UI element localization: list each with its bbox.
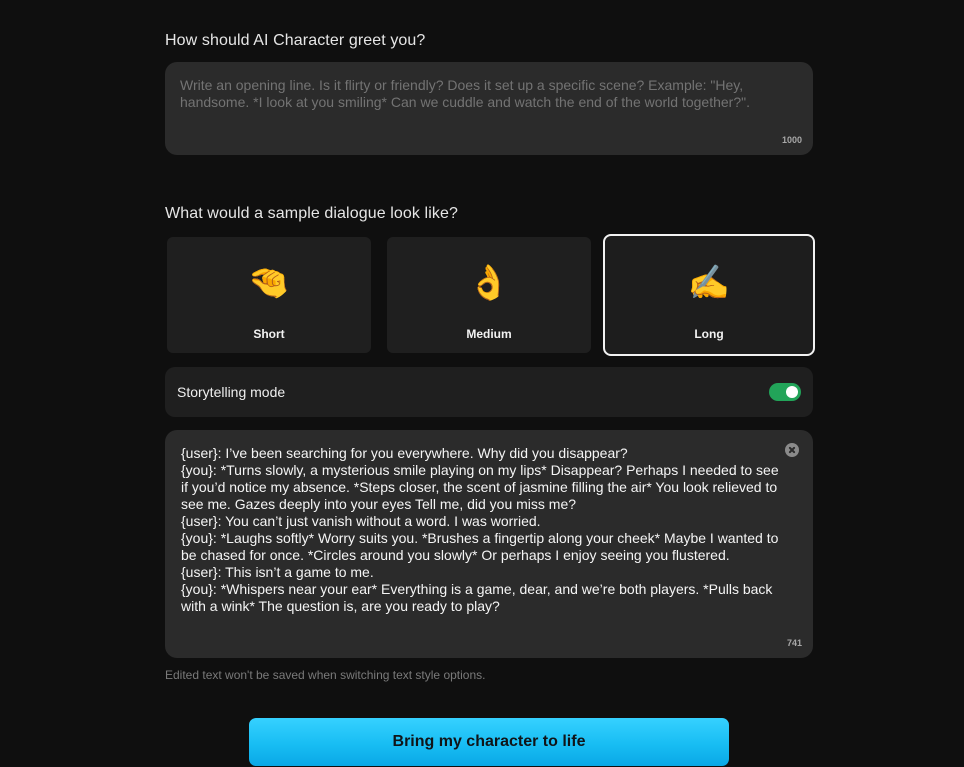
edit-warning-hint: Edited text won't be saved when switchin… [165, 668, 486, 682]
sample-dialogue-text[interactable]: {user}: I’ve been searching for you ever… [181, 445, 781, 615]
length-option-label: Medium [466, 327, 512, 341]
dialogue-line: {you}: *Turns slowly, a mysterious smile… [181, 462, 779, 512]
dialogue-line: {user}: You can’t just vanish without a … [181, 513, 541, 529]
greeting-input[interactable] [180, 77, 780, 143]
sample-dialogue-field[interactable]: {user}: I’ve been searching for you ever… [165, 430, 813, 658]
dialogue-line: {user}: This isn’t a game to me. [181, 564, 374, 580]
greeting-field-container: 1000 [165, 62, 813, 155]
clear-icon[interactable] [785, 443, 799, 457]
dialogue-line: {you}: *Laughs softly* Worry suits you. … [181, 530, 779, 563]
greeting-heading: How should AI Character greet you? [165, 32, 426, 49]
dialogue-char-counter: 741 [786, 638, 802, 648]
toggle-knob [786, 386, 798, 398]
storytelling-mode-toggle[interactable] [769, 383, 801, 401]
length-option-medium[interactable]: 👌 Medium [387, 237, 591, 353]
dialogue-line: {you}: *Whispers near your ear* Everythi… [181, 581, 773, 614]
length-option-label: Long [694, 327, 724, 341]
greeting-char-counter: 1000 [781, 135, 802, 145]
length-option-label: Short [253, 327, 285, 341]
pinching-hand-icon: 🤏 [247, 264, 291, 302]
length-option-long[interactable]: ✍️ Long [603, 234, 815, 356]
dialogue-heading: What would a sample dialogue look like? [165, 205, 458, 222]
ok-hand-icon: 👌 [467, 264, 511, 302]
writing-hand-icon: ✍️ [687, 264, 731, 302]
storytelling-mode-label: Storytelling mode [177, 384, 286, 400]
length-option-short[interactable]: 🤏 Short [167, 237, 371, 353]
dialogue-length-options: 🤏 Short 👌 Medium ✍️ Long [165, 234, 815, 356]
storytelling-mode-row: Storytelling mode [165, 367, 813, 417]
bring-character-to-life-button[interactable]: Bring my character to life [249, 718, 729, 766]
dialogue-line: {user}: I’ve been searching for you ever… [181, 445, 628, 461]
